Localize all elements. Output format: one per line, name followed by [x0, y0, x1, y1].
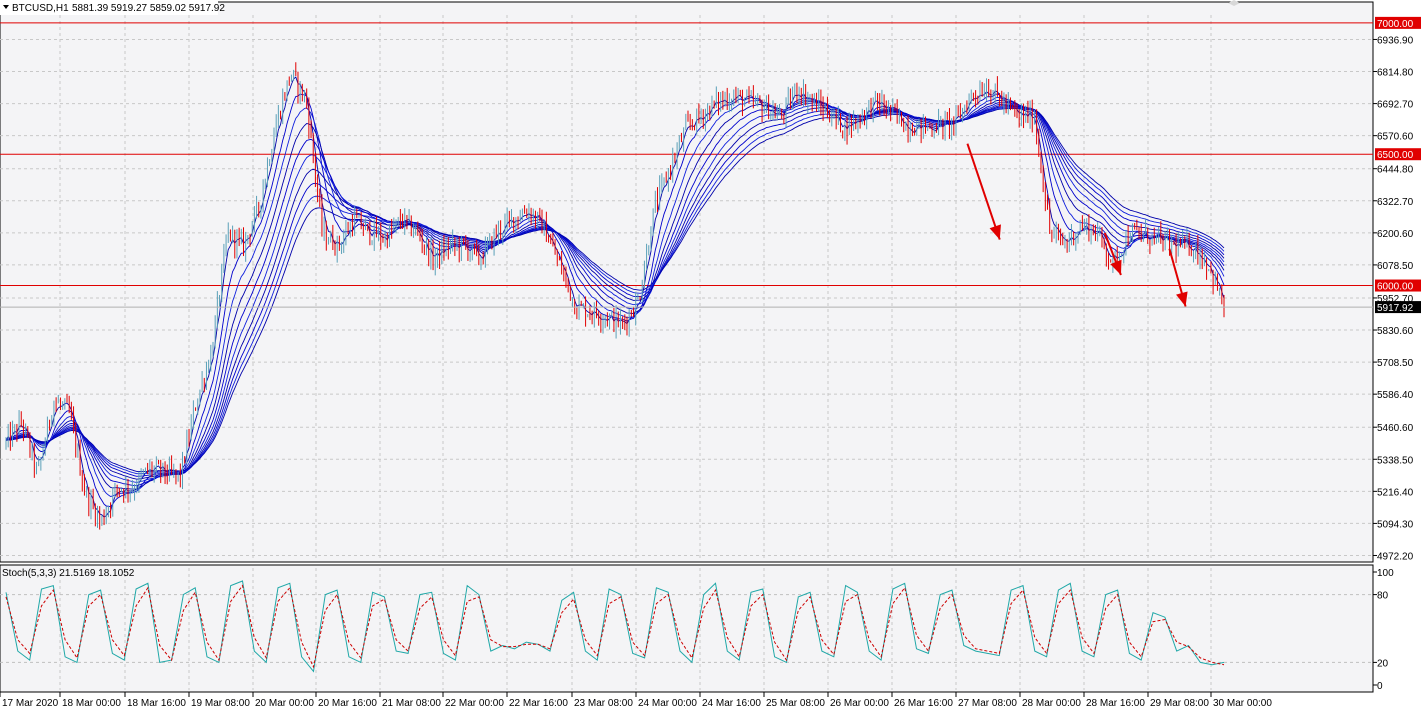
price-tick-label: 5216.40	[1377, 487, 1414, 498]
time-tick-label: 20 Mar 16:00	[318, 698, 377, 709]
time-tick-label: 27 Mar 08:00	[958, 698, 1017, 709]
price-tick-label: 5830.60	[1377, 326, 1414, 337]
stoch-tick-label: 0	[1377, 681, 1383, 692]
price-tick-label: 5338.50	[1377, 455, 1414, 466]
price-tick-label: 6570.60	[1377, 132, 1414, 143]
price-tick-label: 6200.60	[1377, 229, 1414, 240]
time-tick-label: 30 Mar 00:00	[1213, 698, 1272, 709]
level-label: 7000.00	[1377, 19, 1414, 30]
level-label: 6500.00	[1377, 150, 1414, 161]
chart-window[interactable]: 7000.00 6500.00 6000.00 6936.90 6814.80 6692…	[0, 0, 1423, 713]
time-tick-label: 29 Mar 08:00	[1150, 698, 1209, 709]
price-tick-label: 6078.50	[1377, 261, 1414, 272]
level-label: 6000.00	[1377, 282, 1414, 293]
stoch-tick-label: 80	[1377, 591, 1389, 602]
time-tick-label: 28 Mar 16:00	[1086, 698, 1145, 709]
chart-svg[interactable]: 7000.00 6500.00 6000.00 6936.90 6814.80 6692…	[0, 0, 1423, 713]
price-tick-label: 6936.90	[1377, 35, 1414, 46]
time-tick-label: 23 Mar 08:00	[574, 698, 633, 709]
time-tick-label: 21 Mar 08:00	[382, 698, 441, 709]
price-tick-label: 5460.60	[1377, 423, 1414, 434]
stoch-plot-area[interactable]	[0, 564, 1374, 693]
time-tick-label: 20 Mar 00:00	[255, 698, 314, 709]
price-tick-label: 6322.70	[1377, 197, 1414, 208]
time-tick-label: 25 Mar 08:00	[766, 698, 825, 709]
stochastic-panel[interactable]: 100 80 20 0 Stoch(5,3,3) 21.5169 18.1052	[0, 564, 1394, 693]
price-panel[interactable]: 7000.00 6500.00 6000.00 6936.90 6814.80 6692…	[0, 0, 1421, 563]
chart-header[interactable]: BTCUSD,H1 5881.39 5919.27 5859.02 5917.9…	[0, 0, 225, 15]
price-tick-label: 5708.50	[1377, 358, 1414, 369]
time-tick-label: 24 Mar 00:00	[638, 698, 697, 709]
price-tick-label: 5586.40	[1377, 390, 1414, 401]
time-tick-label: 26 Mar 00:00	[830, 698, 889, 709]
time-tick-label: 28 Mar 00:00	[1022, 698, 1081, 709]
stoch-tick-label: 20	[1377, 658, 1389, 669]
time-tick-label: 26 Mar 16:00	[894, 698, 953, 709]
time-tick-label: 19 Mar 08:00	[191, 698, 250, 709]
time-tick-label: 24 Mar 16:00	[702, 698, 761, 709]
time-tick-label: 17 Mar 2020	[2, 698, 59, 709]
price-tick-label: 6692.70	[1377, 100, 1414, 111]
time-tick-label: 22 Mar 00:00	[445, 698, 504, 709]
ohlc-header: 5881.39 5919.27 5859.02 5917.92	[72, 3, 225, 14]
current-price-label: 5917.92	[1377, 303, 1414, 314]
price-plot-area[interactable]	[0, 1, 1374, 563]
stoch-tick-label: 100	[1377, 568, 1394, 579]
price-tick-label: 6814.80	[1377, 68, 1414, 79]
time-tick-label: 18 Mar 16:00	[127, 698, 186, 709]
time-tick-label: 22 Mar 16:00	[509, 698, 568, 709]
stoch-title: Stoch(5,3,3) 21.5169 18.1052	[2, 568, 135, 579]
time-tick-label: 18 Mar 00:00	[62, 698, 121, 709]
symbol-header: BTCUSD,H1	[12, 3, 69, 14]
price-tick-label: 4972.20	[1377, 551, 1414, 562]
price-tick-label: 5094.30	[1377, 519, 1414, 530]
price-tick-label: 6444.80	[1377, 165, 1414, 176]
